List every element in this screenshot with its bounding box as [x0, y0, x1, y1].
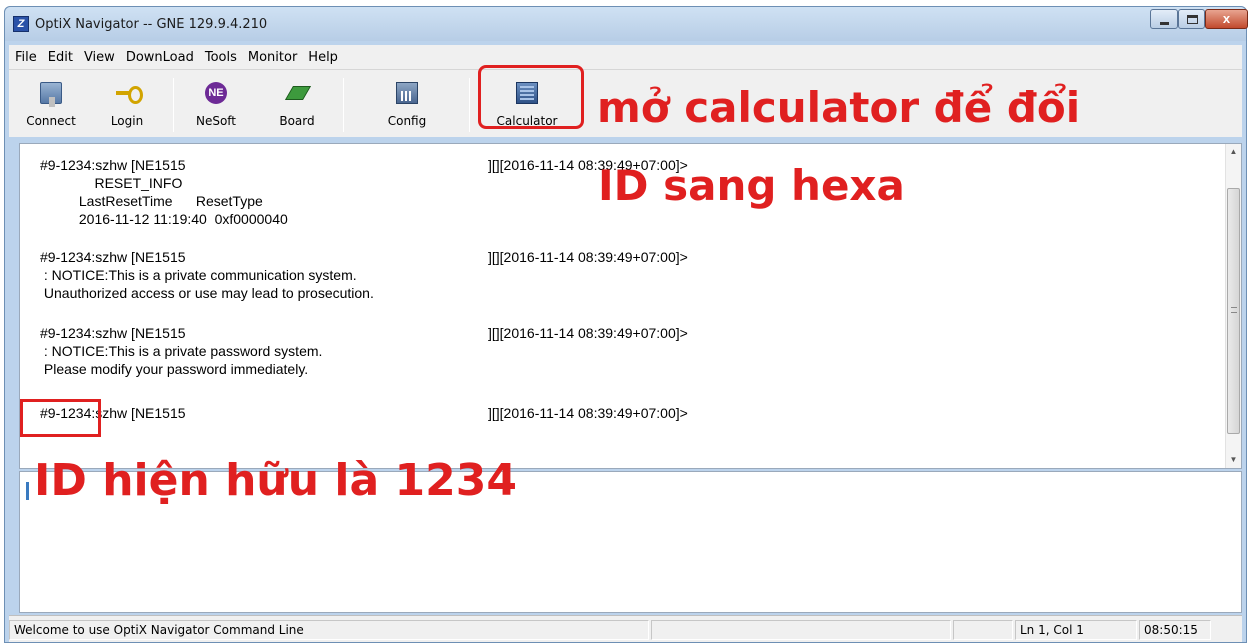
status-cell-empty — [953, 620, 1013, 640]
text-caret — [26, 482, 29, 500]
minimize-button[interactable] — [1150, 9, 1178, 29]
scroll-up-icon[interactable]: ▲ — [1226, 144, 1241, 160]
maximize-button[interactable] — [1178, 9, 1205, 29]
menu-file[interactable]: File — [15, 50, 37, 65]
output-header: #9-1234:szhw [NE1515 — [40, 325, 186, 341]
status-time: 08:50:15 — [1139, 620, 1211, 640]
output-timestamp: ][][2016-11-14 08:39:49+07:00]> — [488, 325, 688, 341]
menu-help[interactable]: Help — [308, 50, 338, 65]
close-button[interactable]: x — [1205, 9, 1248, 29]
config-button[interactable]: Config — [375, 74, 439, 134]
menu-monitor-label: Monitor — [247, 49, 298, 65]
output-block: #9-1234:szhw [NE1515 : NOTICE:This is a … — [40, 324, 322, 378]
scroll-thumb[interactable] — [1227, 188, 1240, 434]
output-line: : NOTICE:This is a private password syst… — [40, 343, 323, 359]
nesoft-button[interactable]: NE NeSoft — [184, 74, 248, 134]
close-icon: x — [1222, 11, 1231, 26]
nesoft-label: NeSoft — [195, 114, 237, 128]
output-block: #9-1234:szhw [NE1515 RESET_INFO LastRese… — [40, 156, 288, 228]
output-timestamp: ][][2016-11-14 08:39:49+07:00]> — [488, 405, 688, 421]
menu-bar: File Edit View DownLoad Tools Monitor He… — [9, 45, 1242, 69]
maximize-icon — [1187, 15, 1198, 24]
calculator-highlight-box — [478, 65, 584, 129]
output-line: 2016-11-12 11:19:40 0xf0000040 — [40, 211, 288, 227]
menu-download[interactable]: DownLoad — [126, 50, 194, 65]
id-highlight-box — [20, 399, 101, 437]
output-header: #9-1234:szhw [NE1515 — [40, 157, 186, 173]
login-label: Login — [110, 114, 144, 128]
minimize-icon — [1160, 22, 1169, 25]
output-line: : NOTICE:This is a private communication… — [40, 267, 357, 283]
output-line: Unauthorized access or use may lead to p… — [40, 285, 374, 301]
menu-view[interactable]: View — [84, 50, 115, 65]
status-message: Welcome to use OptiX Navigator Command L… — [9, 620, 649, 640]
scroll-down-icon[interactable]: ▼ — [1226, 452, 1241, 468]
menu-monitor[interactable]: Monitor — [248, 50, 297, 65]
login-button[interactable]: Login — [95, 74, 159, 134]
calculator-note-line2: ID sang hexa — [598, 161, 905, 210]
output-line: LastResetTime ResetType — [40, 193, 263, 209]
menu-edit[interactable]: Edit — [48, 50, 73, 65]
toolbar-separator — [173, 78, 174, 132]
menu-tools[interactable]: Tools — [205, 50, 237, 65]
output-line: RESET_INFO — [40, 175, 183, 191]
menu-file-label: File — [15, 49, 37, 65]
output-block: #9-1234:szhw [NE1515 : NOTICE:This is a … — [40, 248, 374, 302]
calculator-note-line1: mở calculator để đổi — [597, 83, 1081, 132]
key-icon — [116, 82, 143, 104]
menu-edit-label: Edit — [47, 49, 73, 65]
board-label: Board — [279, 114, 315, 128]
output-line: Please modify your password immediately. — [40, 361, 309, 377]
menu-tools-label: Tools — [204, 49, 237, 65]
status-bar: Welcome to use OptiX Navigator Command L… — [9, 615, 1242, 642]
output-scrollbar[interactable]: ▲ ▼ — [1225, 144, 1241, 468]
status-cell-empty — [651, 620, 951, 640]
toolbar-separator — [469, 78, 470, 132]
scroll-grip-icon — [1231, 307, 1237, 313]
board-icon — [286, 82, 308, 104]
output-header: #9-1234:szhw [NE1515 — [40, 249, 186, 265]
title-bar: Z OptiX Navigator -- GNE 129.9.4.210 x — [5, 7, 1248, 41]
nesoft-icon: NE — [205, 82, 227, 104]
menu-view-label: View — [83, 49, 115, 65]
config-icon — [396, 82, 418, 104]
connect-icon — [40, 82, 62, 107]
menu-download-label: DownLoad — [125, 49, 194, 65]
id-note: ID hiện hữu là 1234 — [34, 455, 517, 506]
toolbar-separator — [343, 78, 344, 132]
config-label: Config — [387, 114, 427, 128]
connect-button[interactable]: Connect — [19, 74, 83, 134]
connect-label: Connect — [26, 114, 76, 128]
menu-help-label: Help — [308, 49, 338, 65]
board-button[interactable]: Board — [265, 74, 329, 134]
window-title: OptiX Navigator -- GNE 129.9.4.210 — [35, 17, 268, 32]
status-position: Ln 1, Col 1 — [1015, 620, 1137, 640]
output-timestamp: ][][2016-11-14 08:39:49+07:00]> — [488, 249, 688, 265]
optix-app-icon: Z — [13, 16, 29, 32]
